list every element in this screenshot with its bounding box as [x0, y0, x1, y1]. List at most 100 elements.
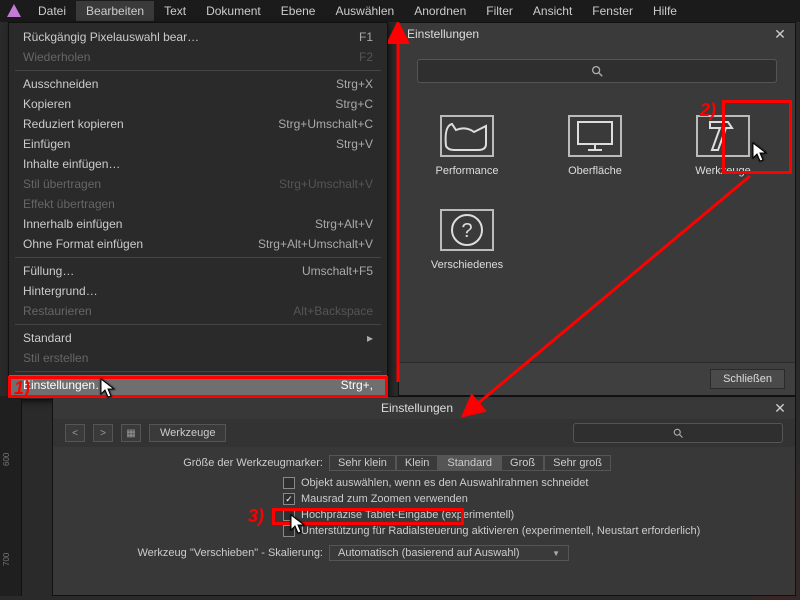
menu-item-label: Einfügen — [23, 137, 70, 151]
chevron-down-icon: ▼ — [552, 549, 560, 558]
size-option[interactable]: Sehr klein — [329, 455, 396, 471]
menu-text[interactable]: Text — [154, 1, 196, 21]
checkbox[interactable] — [283, 525, 295, 537]
menu-auswaehlen[interactable]: Auswählen — [325, 1, 404, 21]
menu-item-label: Rückgängig Pixelauswahl bear… — [23, 30, 199, 44]
menu-item: Stil erstellen — [9, 348, 387, 368]
menu-item[interactable]: Reduziert kopieren Strg+Umschalt+C — [9, 114, 387, 134]
settings-category-verschiedenes[interactable]: ? Verschiedenes — [427, 209, 507, 271]
menu-item-label: Stil erstellen — [23, 351, 88, 365]
menu-item[interactable]: Standard ▸ — [9, 328, 387, 348]
menu-item[interactable]: Einstellungen… Strg+, — [9, 375, 387, 395]
nav-back-button[interactable]: < — [65, 424, 85, 442]
chevron-right-icon: ▸ — [367, 331, 373, 345]
close-button[interactable]: Schließen — [710, 369, 785, 389]
menu-item-label: Kopieren — [23, 97, 71, 111]
settings-category-oberfläche[interactable]: Oberfläche — [555, 115, 635, 177]
menu-anordnen[interactable]: Anordnen — [404, 1, 476, 21]
settings-category-performance[interactable]: Performance — [427, 115, 507, 177]
menu-item: Effekt übertragen — [9, 194, 387, 214]
menu-datei[interactable]: Datei — [28, 1, 76, 21]
question-icon: ? — [440, 209, 494, 251]
size-option[interactable]: Groß — [501, 455, 544, 471]
size-option[interactable]: Sehr groß — [544, 455, 611, 471]
menu-item-label: Reduziert kopieren — [23, 117, 124, 131]
nav-forward-button[interactable]: > — [93, 424, 113, 442]
move-scaling-select[interactable]: Automatisch (basierend auf Auswahl) ▼ — [329, 545, 569, 561]
checkbox-label: Mausrad zum Zoomen verwenden — [301, 493, 468, 505]
menu-item-label: Innerhalb einfügen — [23, 217, 122, 231]
menu-item-shortcut: Strg+, — [341, 378, 373, 392]
menu-item-shortcut: Strg+Alt+V — [315, 217, 373, 231]
main-menubar: Datei Bearbeiten Text Dokument Ebene Aus… — [0, 0, 800, 22]
menu-dokument[interactable]: Dokument — [196, 1, 271, 21]
checkbox-label: Unterstützung für Radialsteuerung aktivi… — [301, 525, 700, 537]
category-label: Oberfläche — [568, 165, 622, 177]
app-logo — [6, 3, 22, 19]
ruler-tick: 700 — [2, 553, 11, 566]
menu-item-label: Füllung… — [23, 264, 74, 278]
menu-item[interactable]: AusschneidenStrg+X — [9, 74, 387, 94]
menu-item[interactable]: Füllung… Umschalt+F5 — [9, 261, 387, 281]
menu-item-label: Standard — [23, 331, 72, 345]
cat-icon — [440, 115, 494, 157]
menu-ebene[interactable]: Ebene — [271, 1, 326, 21]
menu-ansicht[interactable]: Ansicht — [523, 1, 582, 21]
checkbox[interactable] — [283, 493, 295, 505]
select-value: Automatisch (basierend auf Auswahl) — [338, 547, 520, 559]
checkbox[interactable] — [283, 509, 295, 521]
search-icon — [590, 64, 604, 78]
size-option[interactable]: Klein — [396, 455, 438, 471]
menu-item: Restaurieren Alt+Backspace — [9, 301, 387, 321]
menu-fenster[interactable]: Fenster — [582, 1, 643, 21]
menu-item: Wiederholen F2 — [9, 47, 387, 67]
menu-item-label: Einstellungen… — [23, 378, 107, 392]
menu-hilfe[interactable]: Hilfe — [643, 1, 687, 21]
checkbox-label: Hochpräzise Tablet-Eingabe (experimentel… — [301, 509, 514, 521]
ruler-tick: 600 — [2, 453, 11, 466]
menu-item-shortcut: Strg+Alt+Umschalt+V — [258, 237, 373, 251]
size-option[interactable]: Standard — [438, 455, 501, 471]
settings-search-input[interactable] — [573, 423, 783, 443]
nav-grid-button[interactable]: ▦ — [121, 424, 141, 442]
menu-item-label: Stil übertragen — [23, 177, 101, 191]
menu-item-shortcut: Strg+Umschalt+C — [278, 117, 373, 131]
monitor-icon — [568, 115, 622, 157]
menu-item-shortcut: Strg+V — [336, 137, 373, 151]
settings-search-input[interactable] — [417, 59, 777, 83]
menu-item[interactable]: Hintergrund… — [9, 281, 387, 301]
menu-item[interactable]: Einfügen Strg+V — [9, 134, 387, 154]
menu-item[interactable]: Ohne Format einfügen Strg+Alt+Umschalt+V — [9, 234, 387, 254]
menu-item-shortcut: Strg+Umschalt+V — [279, 177, 373, 191]
menu-bearbeiten[interactable]: Bearbeiten — [76, 1, 154, 21]
menu-item-label: Restaurieren — [23, 304, 92, 318]
svg-text:?: ? — [461, 220, 472, 242]
settings-dialog-categories: Einstellungen ✕ Performance Oberfläche Wer… — [398, 22, 796, 396]
category-label: Werkzeuge — [695, 165, 750, 177]
close-icon[interactable]: ✕ — [773, 401, 787, 415]
settings-category-werkzeuge[interactable]: Werkzeuge — [683, 115, 763, 177]
menu-item-shortcut: Umschalt+F5 — [302, 264, 373, 278]
menu-item-label: Wiederholen — [23, 50, 90, 64]
dialog-title: Einstellungen — [61, 401, 773, 415]
menu-filter[interactable]: Filter — [476, 1, 523, 21]
breadcrumb[interactable]: Werkzeuge — [149, 424, 226, 442]
close-icon[interactable]: ✕ — [773, 27, 787, 41]
menu-item[interactable]: Inhalte einfügen… — [9, 154, 387, 174]
menu-item-shortcut: F1 — [359, 30, 373, 44]
menu-item-label: Ohne Format einfügen — [23, 237, 143, 251]
move-scaling-label: Werkzeug "Verschieben" - Skalierung: — [113, 547, 323, 559]
menu-item-label: Effekt übertragen — [23, 197, 115, 211]
dialog-title: Einstellungen — [407, 27, 479, 41]
menu-item[interactable]: KopierenStrg+C — [9, 94, 387, 114]
checkbox[interactable] — [283, 477, 295, 489]
category-label: Verschiedenes — [431, 259, 503, 271]
menu-item-shortcut: Alt+Backspace — [293, 304, 373, 318]
hammer-icon — [696, 115, 750, 157]
bearbeiten-dropdown: Rückgängig Pixelauswahl bear… F1 Wiederhol… — [8, 22, 388, 400]
menu-item-label: Hintergrund… — [23, 284, 98, 298]
menu-item-label: Ausschneiden — [23, 77, 98, 91]
menu-item[interactable]: Rückgängig Pixelauswahl bear… F1 — [9, 27, 387, 47]
menu-item-shortcut: F2 — [359, 50, 373, 64]
menu-item[interactable]: Innerhalb einfügen Strg+Alt+V — [9, 214, 387, 234]
